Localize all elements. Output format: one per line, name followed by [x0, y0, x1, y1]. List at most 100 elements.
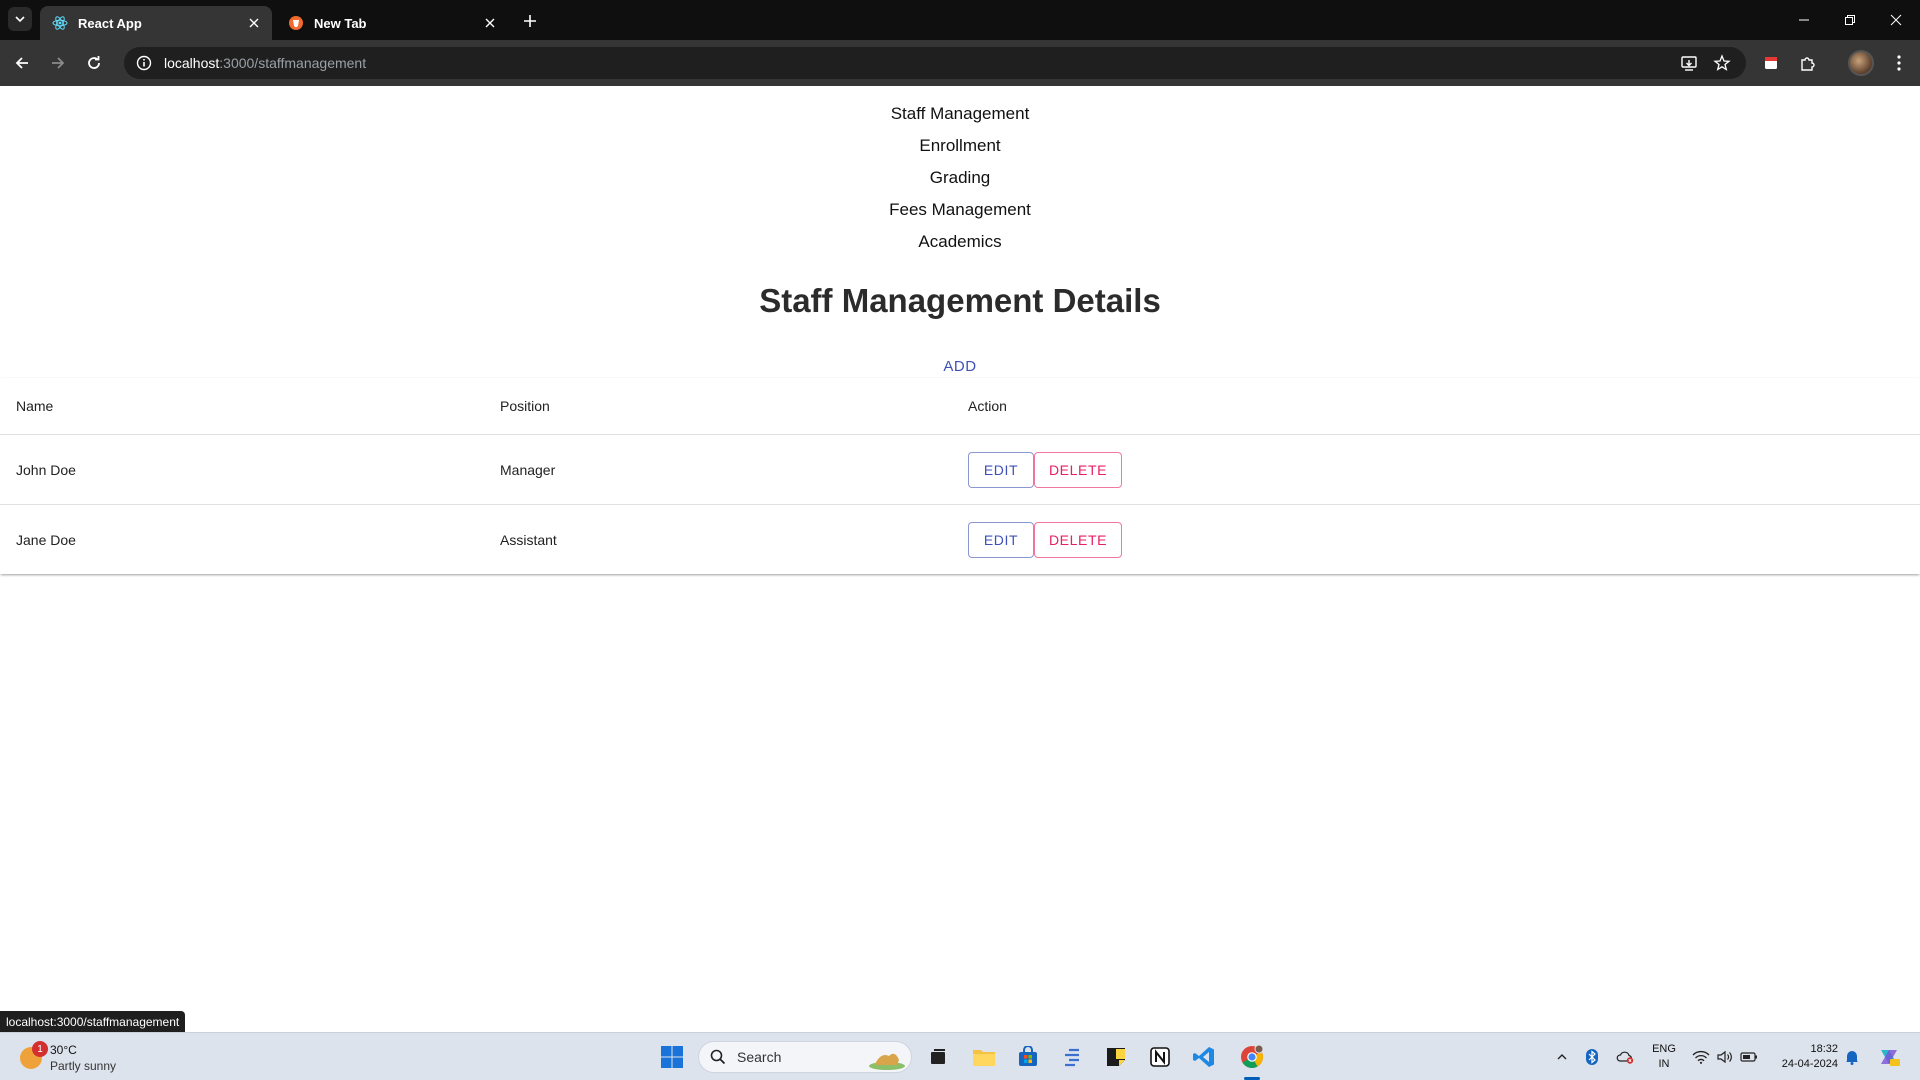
weather-condition: Partly sunny: [50, 1059, 117, 1073]
puzzle-icon: [1801, 57, 1815, 71]
page-content: Staff Management Enrollment Grading Fees…: [0, 86, 1920, 1032]
chevron-up-icon: [1557, 1054, 1567, 1060]
url-host: localhost: [164, 55, 220, 71]
bookmark-panel-icon: [1765, 57, 1777, 69]
staff-name: John Doe: [16, 461, 76, 478]
delete-button[interactable]: DELETE: [1034, 521, 1122, 558]
windows-logo-icon: [661, 1046, 683, 1068]
table-row: Jane Doe Assistant EDIT DELETE: [0, 505, 1920, 574]
new-tab-button[interactable]: [518, 9, 542, 33]
battery-button[interactable]: [1738, 1041, 1760, 1073]
windows-taskbar: 1 30°C Partly sunny Search ENG IN 18:32 …: [0, 1032, 1920, 1080]
reading-list-button[interactable]: [1757, 49, 1785, 77]
vscode-button[interactable]: [1188, 1041, 1220, 1073]
more-vert-icon: [1897, 55, 1901, 71]
vscode-icon: [1193, 1047, 1214, 1067]
arrow-right-icon: [52, 57, 65, 69]
tab-search-button[interactable]: [8, 7, 32, 31]
onedrive-button[interactable]: [1614, 1041, 1636, 1073]
minimize-button[interactable]: [1781, 0, 1827, 40]
restore-button[interactable]: [1827, 0, 1873, 40]
delete-button[interactable]: DELETE: [1034, 451, 1122, 488]
column-header-action: Action: [968, 398, 1007, 414]
app-button[interactable]: [1056, 1041, 1088, 1073]
tab-new-tab[interactable]: New Tab: [276, 6, 508, 40]
weather-widget[interactable]: 1 30°C Partly sunny: [14, 1039, 154, 1075]
table-header-row: Name Position Action: [0, 378, 1920, 435]
taskbar-search[interactable]: Search: [698, 1041, 912, 1073]
address-bar[interactable]: localhost:3000/staffmanagement: [124, 47, 1746, 79]
wifi-button[interactable]: [1690, 1041, 1712, 1073]
bookmark-button[interactable]: [1708, 49, 1736, 77]
volume-button[interactable]: [1714, 1041, 1736, 1073]
sticky-notes-button[interactable]: [1100, 1041, 1132, 1073]
main-nav: Staff Management Enrollment Grading Fees…: [0, 98, 1920, 258]
tab-react-app[interactable]: React App: [40, 6, 272, 40]
close-icon[interactable]: [482, 15, 498, 31]
show-hidden-icons-button[interactable]: [1552, 1041, 1572, 1073]
nav-link-academics[interactable]: Academics: [0, 226, 1920, 258]
extensions-button[interactable]: [1794, 49, 1822, 77]
notion-button[interactable]: [1144, 1041, 1176, 1073]
close-icon[interactable]: [246, 15, 262, 31]
edit-button[interactable]: EDIT: [968, 521, 1034, 558]
forward-button[interactable]: [44, 49, 72, 77]
file-explorer-button[interactable]: [968, 1041, 1000, 1073]
close-window-button[interactable]: [1873, 0, 1919, 40]
install-app-button[interactable]: [1675, 49, 1703, 77]
tab-title: React App: [78, 15, 142, 31]
language-code: ENG: [1652, 1043, 1676, 1055]
star-icon: [1713, 54, 1731, 71]
microsoft-store-button[interactable]: [1012, 1041, 1044, 1073]
nav-link-grading[interactable]: Grading: [0, 162, 1920, 194]
reload-icon: [88, 56, 100, 69]
url-path: :3000/staffmanagement: [219, 55, 367, 71]
system-clock[interactable]: 18:32 24-04-2024: [1768, 1042, 1838, 1072]
staff-position: Assistant: [500, 531, 557, 548]
arrow-left-icon: [15, 57, 28, 69]
reload-button[interactable]: [80, 49, 108, 77]
start-button[interactable]: [656, 1041, 688, 1073]
input-language-indicator[interactable]: ENG IN: [1650, 1042, 1678, 1072]
brave-icon: [288, 15, 304, 31]
site-info-icon[interactable]: [134, 53, 154, 73]
row-actions: EDIT DELETE: [968, 435, 1122, 504]
notifications-button[interactable]: [1842, 1041, 1862, 1073]
browser-toolbar: localhost:3000/staffmanagement: [0, 40, 1920, 86]
back-button[interactable]: [8, 49, 36, 77]
notion-icon: [1150, 1047, 1170, 1067]
page-title: Staff Management Details: [759, 282, 1161, 319]
staff-name: Jane Doe: [16, 531, 76, 548]
tab-title: New Tab: [314, 15, 367, 31]
edit-button[interactable]: EDIT: [968, 451, 1034, 488]
staff-table: Name Position Action John Doe Manager ED…: [0, 378, 1920, 574]
clock-date: 24-04-2024: [1781, 1058, 1838, 1070]
bluetooth-button[interactable]: [1582, 1041, 1602, 1073]
search-icon: [709, 1048, 727, 1066]
row-actions: EDIT DELETE: [968, 505, 1122, 574]
speaker-icon: [1717, 1050, 1732, 1064]
copilot-icon: [1881, 1050, 1900, 1066]
cloud-error-icon: [1616, 1051, 1634, 1064]
search-highlight-art-icon: [869, 1053, 905, 1070]
copilot-button[interactable]: [1874, 1041, 1904, 1073]
notification-badge: 1: [32, 1041, 48, 1057]
nav-link-staff-management[interactable]: Staff Management: [0, 98, 1920, 130]
task-view-button[interactable]: [922, 1041, 954, 1073]
list-app-icon: [1065, 1048, 1079, 1067]
bluetooth-icon: [1586, 1049, 1598, 1065]
minimize-icon: [1799, 19, 1809, 21]
battery-icon: [1740, 1052, 1757, 1062]
nav-link-enrollment[interactable]: Enrollment: [0, 130, 1920, 162]
folder-icon: [973, 1050, 995, 1066]
nav-link-fees-management[interactable]: Fees Management: [0, 194, 1920, 226]
task-view-icon: [931, 1049, 945, 1064]
search-placeholder: Search: [737, 1049, 782, 1065]
browser-menu-button[interactable]: [1885, 49, 1913, 77]
profile-avatar[interactable]: [1848, 50, 1874, 76]
chrome-button[interactable]: [1236, 1041, 1268, 1073]
chevron-down-icon: [15, 16, 25, 23]
clock-time: 18:32: [1810, 1043, 1838, 1055]
close-icon: [1890, 14, 1902, 26]
bell-icon: [1846, 1051, 1858, 1065]
